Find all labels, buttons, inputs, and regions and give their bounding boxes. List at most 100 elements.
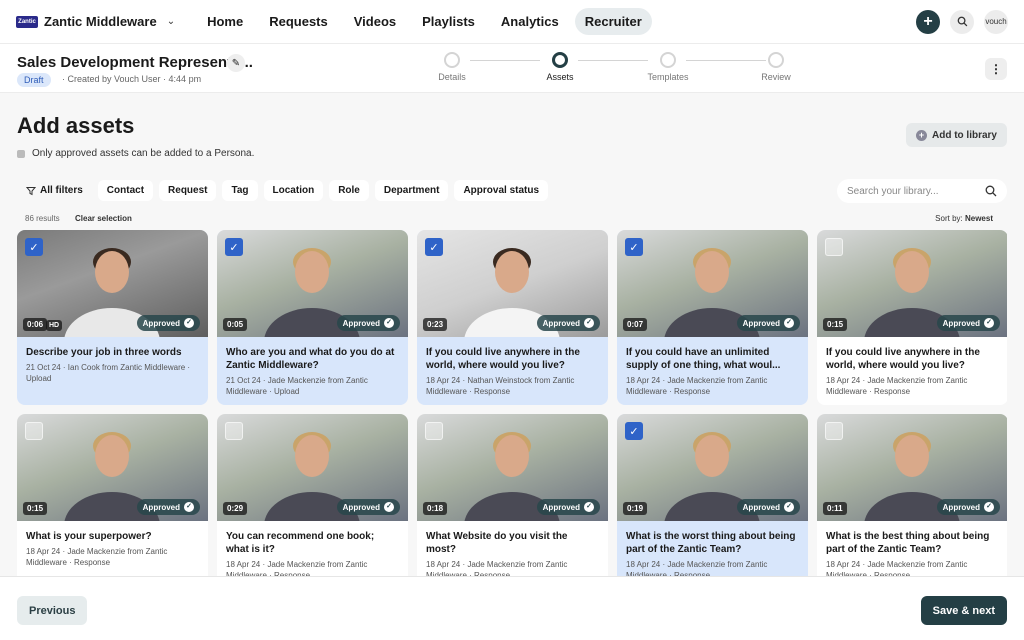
asset-card[interactable]: ✓ 0:23 Approved ✓ If you could live anywhere… <box>417 230 608 405</box>
org-name: Zantic Middleware <box>44 14 157 29</box>
select-checkbox[interactable]: ✓ <box>425 238 443 256</box>
add-to-library-button[interactable]: + Add to library <box>905 123 1007 147</box>
step-label: Review <box>761 72 791 82</box>
step-templates[interactable]: Templates <box>638 52 698 82</box>
search-input[interactable] <box>847 185 985 197</box>
account-button[interactable]: vouch <box>984 9 1008 34</box>
asset-card[interactable]: ✓ 0:05 Approved ✓ Who are you and what do yo… <box>217 230 408 405</box>
select-checkbox[interactable] <box>825 238 843 256</box>
step-review[interactable]: Review <box>746 52 806 82</box>
filter-bar: All filters Contact Request Tag Location… <box>17 180 549 201</box>
filter-role[interactable]: Role <box>329 180 369 201</box>
nav-link-requests[interactable]: Requests <box>259 8 338 35</box>
check-circle-icon: ✓ <box>384 502 394 512</box>
persona-title: Sales Development Representa... <box>17 54 253 71</box>
asset-grid: ✓ 0:06 HD Approved ✓ Describe your job in thr… <box>17 230 1007 576</box>
more-options-button[interactable]: ⋮ <box>985 58 1007 80</box>
global-search-button[interactable] <box>950 9 974 34</box>
more-vertical-icon: ⋮ <box>990 62 1002 76</box>
approved-badge: Approved ✓ <box>736 499 800 515</box>
select-checkbox[interactable] <box>425 422 443 440</box>
approved-badge: Approved ✓ <box>136 315 200 331</box>
check-circle-icon: ✓ <box>984 502 994 512</box>
create-button[interactable]: + <box>916 9 940 34</box>
asset-card[interactable]: 0:11 Approved ✓ What is the best thing abou… <box>817 414 1007 576</box>
approval-notice: Only approved assets can be added to a P… <box>17 148 254 159</box>
select-checkbox[interactable]: ✓ <box>25 238 43 256</box>
check-icon: ✓ <box>629 425 639 438</box>
progress-stepper: Details Assets Templates Review <box>430 52 800 88</box>
asset-title: If you could live anywhere in the world,… <box>826 347 980 371</box>
video-thumbnail[interactable]: 0:18 Approved ✓ <box>417 414 608 521</box>
footer-bar: Previous Save & next <box>0 576 1024 640</box>
asset-card[interactable]: 0:15 Approved ✓ If you could live anywhere … <box>817 230 1007 405</box>
select-checkbox[interactable] <box>825 422 843 440</box>
step-dot <box>552 52 568 68</box>
all-filters-button[interactable]: All filters <box>17 180 92 201</box>
asset-title: What is the worst thing about being part… <box>626 531 796 555</box>
nav-link-videos[interactable]: Videos <box>344 8 406 35</box>
video-thumbnail[interactable]: ✓ 0:19 Approved ✓ <box>617 414 808 521</box>
video-thumbnail[interactable]: ✓ 0:06 HD Approved ✓ <box>17 230 208 337</box>
video-duration: 0:06 <box>23 318 48 331</box>
all-filters-label: All filters <box>40 185 83 196</box>
nav-link-analytics[interactable]: Analytics <box>491 8 569 35</box>
asset-card[interactable]: ✓ 0:19 Approved ✓ What is the worst thing ab… <box>617 414 808 576</box>
select-checkbox[interactable] <box>25 422 43 440</box>
asset-meta: 18 Apr 24 · Nathan Weinstock from Zantic… <box>426 376 575 396</box>
approved-badge: Approved ✓ <box>936 499 1000 515</box>
filter-tag[interactable]: Tag <box>222 180 258 201</box>
video-thumbnail[interactable]: 0:15 Approved ✓ <box>817 230 1007 337</box>
approved-label: Approved <box>942 318 980 328</box>
asset-card[interactable]: ✓ 0:07 Approved ✓ If you could have an unlim… <box>617 230 808 405</box>
video-thumbnail[interactable]: ✓ 0:05 Approved ✓ <box>217 230 408 337</box>
approved-badge: Approved ✓ <box>536 315 600 331</box>
asset-title: If you could live anywhere in the world,… <box>426 347 580 371</box>
asset-title: If you could have an unlimited supply of… <box>626 347 781 371</box>
filter-request[interactable]: Request <box>159 180 217 201</box>
video-thumbnail[interactable]: ✓ 0:23 Approved ✓ <box>417 230 608 337</box>
results-count: 86 results <box>25 214 60 223</box>
asset-card[interactable]: 0:18 Approved ✓ What Website do you visit t… <box>417 414 608 576</box>
filter-location[interactable]: Location <box>263 180 324 201</box>
nav-link-home[interactable]: Home <box>197 8 253 35</box>
video-thumbnail[interactable]: 0:15 Approved ✓ <box>17 414 208 521</box>
approved-label: Approved <box>742 502 780 512</box>
select-checkbox[interactable]: ✓ <box>625 238 643 256</box>
approved-badge: Approved ✓ <box>536 499 600 515</box>
nav-links: Home Requests Videos Playlists Analytics… <box>197 8 652 35</box>
save-next-button[interactable]: Save & next <box>920 596 1007 625</box>
video-thumbnail[interactable]: ✓ 0:07 Approved ✓ <box>617 230 808 337</box>
org-switcher[interactable]: Zantic Zantic Middleware ⌄ <box>16 14 175 29</box>
video-thumbnail[interactable]: 0:11 Approved ✓ <box>817 414 1007 521</box>
select-checkbox[interactable]: ✓ <box>225 238 243 256</box>
step-details[interactable]: Details <box>422 52 482 82</box>
video-duration: 0:29 <box>223 502 248 515</box>
select-checkbox[interactable] <box>225 422 243 440</box>
asset-title: Describe your job in three words <box>26 347 182 358</box>
video-duration: 0:07 <box>623 318 648 331</box>
info-icon <box>17 149 25 158</box>
clear-selection-link[interactable]: Clear selection <box>75 214 132 223</box>
search-icon[interactable] <box>985 185 997 197</box>
step-assets[interactable]: Assets <box>530 52 590 82</box>
approved-label: Approved <box>142 318 180 328</box>
video-duration: 0:23 <box>423 318 448 331</box>
filter-icon <box>26 186 36 195</box>
filter-approval-status[interactable]: Approval status <box>454 180 549 201</box>
asset-card[interactable]: ✓ 0:06 HD Approved ✓ Describe your job in thr… <box>17 230 208 405</box>
asset-card[interactable]: 0:29 Approved ✓ You can recommend one book;… <box>217 414 408 576</box>
video-thumbnail[interactable]: 0:29 Approved ✓ <box>217 414 408 521</box>
filter-department[interactable]: Department <box>374 180 449 201</box>
sort-control[interactable]: Sort by: Newest <box>935 214 993 223</box>
previous-button[interactable]: Previous <box>17 596 88 625</box>
approved-badge: Approved ✓ <box>336 315 400 331</box>
approved-badge: Approved ✓ <box>936 315 1000 331</box>
asset-meta: 18 Apr 24 · Jade Mackenzie from Zantic M… <box>26 547 168 567</box>
nav-link-recruiter[interactable]: Recruiter <box>574 8 652 35</box>
select-checkbox[interactable]: ✓ <box>625 422 643 440</box>
nav-link-playlists[interactable]: Playlists <box>412 8 485 35</box>
filter-contact[interactable]: Contact <box>97 180 154 201</box>
edit-title-button[interactable]: ✎ <box>227 54 245 72</box>
asset-card[interactable]: 0:15 Approved ✓ What is your superpower? 18 … <box>17 414 208 576</box>
